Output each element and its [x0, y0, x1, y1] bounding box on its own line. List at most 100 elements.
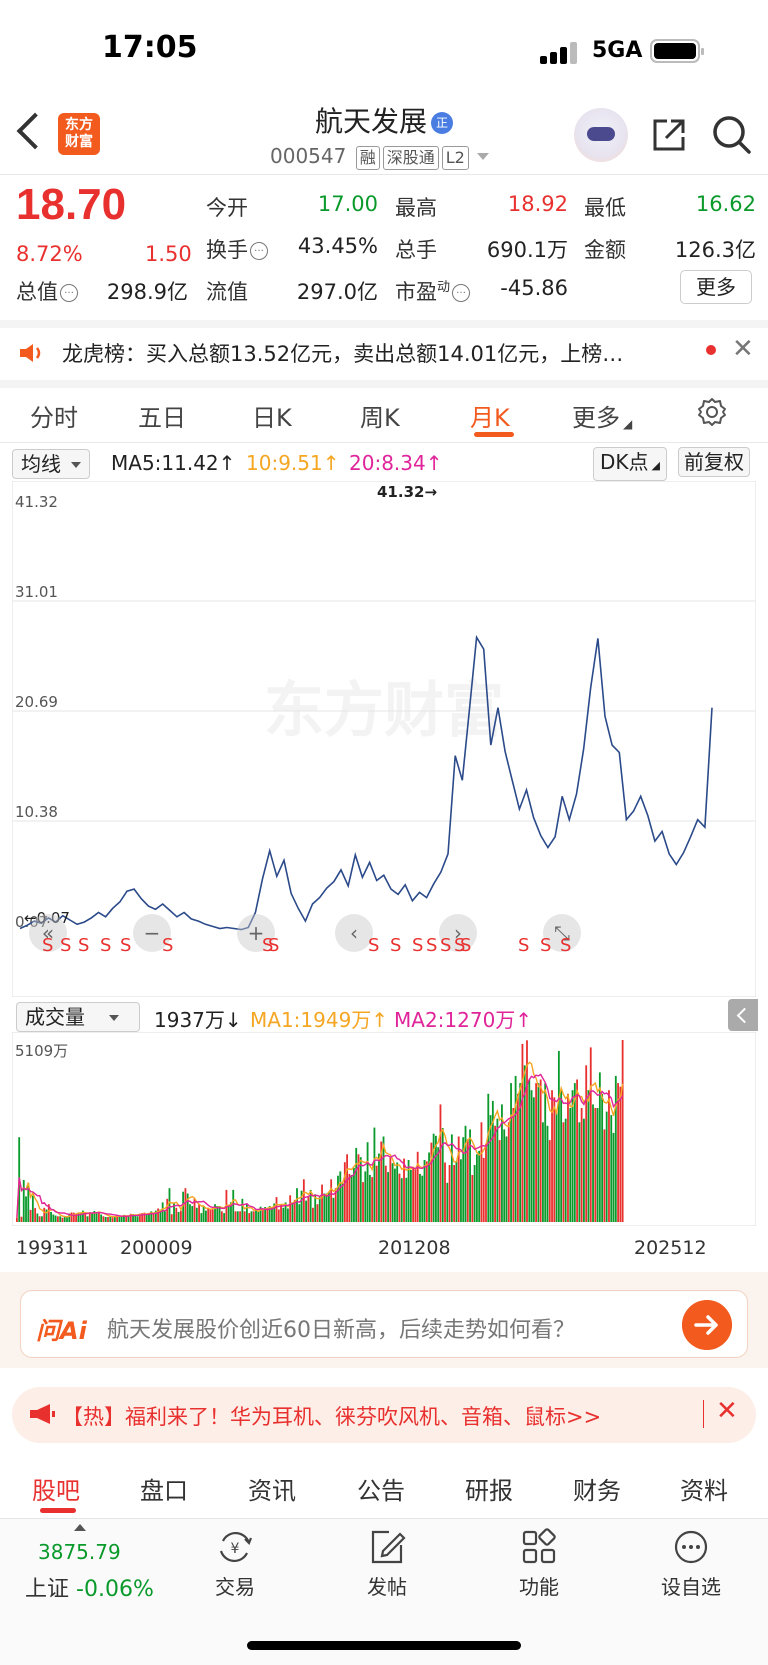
volume-bar	[530, 1090, 533, 1222]
volume-bar	[34, 1208, 37, 1222]
volume-bar	[617, 1083, 619, 1222]
status-time: 17:05	[102, 30, 198, 65]
tab-intraday[interactable]: 分时	[30, 398, 78, 433]
tab-financials[interactable]: 财务	[573, 1471, 621, 1506]
volume-value: 690.1万	[486, 238, 568, 262]
tab-guba[interactable]: 股吧	[32, 1471, 80, 1506]
functions-button[interactable]: 功能	[494, 1527, 584, 1600]
volume-bar	[29, 1209, 32, 1222]
volume-indicator-select[interactable]: 成交量	[16, 1002, 140, 1032]
volume-bar	[557, 1051, 560, 1222]
close-icon[interactable]: ✕	[732, 334, 754, 364]
tab-news[interactable]: 资讯	[248, 1471, 296, 1506]
volume-bar	[592, 1104, 594, 1222]
chevron-down-icon[interactable]	[476, 153, 489, 160]
tab-monthly-k[interactable]: 月K	[470, 398, 510, 433]
volume-bar	[512, 1108, 515, 1222]
volume-bar	[191, 1206, 194, 1222]
gear-icon[interactable]	[697, 397, 727, 427]
volume-bar	[170, 1214, 173, 1222]
volume-bar	[548, 1140, 551, 1222]
volume-bar	[56, 1216, 59, 1222]
promo-text[interactable]: 【热】福利来了！华为耳机、徕芬吹风机、音箱、鼠标>>	[62, 1401, 601, 1431]
battery-icon	[650, 39, 704, 63]
volume-chart[interactable]: 5109万	[12, 1032, 756, 1226]
volume-bar	[70, 1212, 73, 1222]
info-icon[interactable]: …	[60, 284, 78, 302]
tab-daily-k[interactable]: 日K	[252, 398, 292, 433]
collapse-panel-icon[interactable]	[728, 999, 758, 1031]
arrow-right-icon[interactable]	[682, 1300, 732, 1350]
volume-bar	[296, 1188, 298, 1222]
add-watchlist-button[interactable]: 设自选	[646, 1527, 736, 1600]
search-icon[interactable]	[712, 115, 752, 155]
unread-dot	[706, 345, 716, 355]
tab-more[interactable]: 更多 ◢	[572, 398, 632, 433]
active-tab-indicator	[474, 432, 514, 437]
more-button[interactable]: 更多	[680, 270, 752, 304]
volume-bar	[248, 1213, 251, 1222]
volume-bar	[555, 1111, 558, 1222]
ai-prompt[interactable]: 航天发展股价创近60日新高，后续走势如何看？	[107, 1312, 575, 1344]
volume-bar	[480, 1122, 483, 1222]
index-value[interactable]: 3875.79	[38, 1540, 121, 1564]
change-percent: 8.72%	[16, 242, 83, 266]
volume-bar	[478, 1150, 481, 1222]
dragon-tiger-news[interactable]: 龙虎榜：买入总额13.52亿元，卖出总额14.01亿元，上榜…	[62, 338, 672, 368]
volume-bar	[202, 1206, 205, 1222]
volume-bar	[605, 1111, 608, 1222]
sell-signal-label: S	[162, 935, 173, 956]
volume-bar	[289, 1195, 292, 1222]
total-mcap-label[interactable]: 总值…	[16, 276, 78, 306]
volume-bar	[341, 1182, 344, 1222]
price-chart[interactable]: 东方财富41.3231.0120.6910.380.0741.32→←0.07«…	[12, 481, 756, 997]
tab-research[interactable]: 研报	[465, 1471, 513, 1506]
tab-announcements[interactable]: 公告	[357, 1471, 405, 1506]
volume-bar	[161, 1202, 164, 1222]
volume-bar	[152, 1213, 155, 1222]
index-name[interactable]: 上证 -0.06%	[25, 1571, 154, 1603]
close-icon[interactable]: ✕	[716, 1396, 738, 1426]
ma10-value: 10:9.51↑	[246, 451, 340, 475]
volume-bar	[227, 1206, 230, 1222]
stock-code-line[interactable]: 000547 融深股通 L2	[270, 144, 489, 170]
pe-sup: 动	[437, 280, 451, 295]
post-button[interactable]: 发帖	[342, 1527, 432, 1600]
assistant-robot-icon[interactable]	[574, 108, 628, 162]
volume-label: 总手	[395, 238, 437, 262]
tab-profile[interactable]: 资料	[680, 1471, 728, 1506]
volume-bar	[298, 1204, 301, 1222]
volume-bar	[364, 1171, 367, 1222]
volume-bar	[539, 1079, 542, 1222]
turnover-label[interactable]: 换手…	[206, 234, 268, 264]
tab-five-day[interactable]: 五日	[138, 398, 186, 433]
share-icon[interactable]	[651, 117, 687, 153]
adjust-select[interactable]: 前复权	[678, 447, 750, 477]
info-icon[interactable]: …	[250, 242, 268, 260]
volume-bar	[573, 1083, 576, 1222]
volume-select-label: 成交量	[25, 1005, 85, 1029]
ma20-value: 20:8.34↑	[349, 451, 443, 475]
stock-name: 航天发展	[314, 105, 427, 138]
volume-bar	[236, 1211, 239, 1222]
pe-label[interactable]: 市盈动…	[395, 276, 471, 306]
tag-level2: L2	[441, 146, 469, 170]
volume-bar	[416, 1151, 419, 1222]
divider	[0, 442, 768, 443]
volume-bar	[241, 1198, 244, 1222]
indicator-select[interactable]: 均线	[12, 449, 90, 479]
volume-bar	[50, 1212, 52, 1222]
tab-order-book[interactable]: 盘口	[140, 1471, 188, 1506]
expand-up-icon[interactable]	[74, 1524, 86, 1531]
network-type: 5GA	[592, 38, 643, 63]
volume-bar	[503, 1129, 506, 1222]
volume-bar	[564, 1118, 567, 1222]
volume-ma2: MA2:1270万↑	[394, 1008, 533, 1032]
dk-point-select[interactable]: DK点 ◢	[593, 447, 667, 481]
volume-bar	[412, 1168, 415, 1222]
volume-bar	[66, 1217, 68, 1222]
volume-bar	[384, 1165, 387, 1222]
tab-weekly-k[interactable]: 周K	[360, 398, 400, 433]
trade-button[interactable]: ¥ 交易	[190, 1527, 280, 1600]
volume-bar	[371, 1177, 374, 1222]
